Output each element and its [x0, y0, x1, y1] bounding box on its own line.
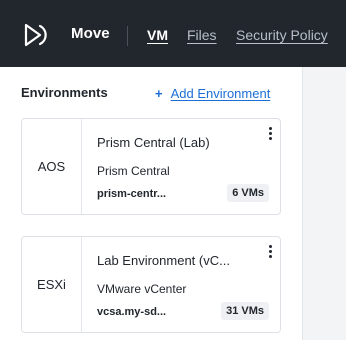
main-content-area [302, 67, 346, 340]
environment-kind: VMware vCenter [97, 282, 187, 296]
header-divider [127, 26, 128, 46]
vm-count-badge: 31 VMs [221, 302, 269, 320]
environment-card[interactable]: ESXi Lab Environment (vC... VMware vCent… [21, 236, 281, 333]
environment-host: vcsa.my-sd... [97, 306, 167, 318]
vm-count-badge: 6 VMs [227, 184, 269, 202]
more-options-icon[interactable] [267, 245, 273, 259]
environment-kind: Prism Central [97, 164, 170, 178]
plus-icon: + [155, 86, 163, 101]
add-environment-label: Add Environment [170, 86, 271, 101]
environment-type: ESXi [22, 237, 82, 332]
tab-files[interactable]: Files [187, 27, 217, 43]
environments-heading: Environments [21, 85, 108, 100]
environment-name: Lab Environment (vC... [97, 253, 230, 268]
tab-vm[interactable]: VM [147, 27, 168, 43]
environment-type: AOS [22, 119, 82, 214]
tab-security-policy[interactable]: Security Policy [236, 27, 328, 43]
more-options-icon[interactable] [267, 127, 273, 141]
environment-host: prism-centr... [97, 188, 167, 200]
environment-name: Prism Central (Lab) [97, 135, 210, 150]
play-circle-logo-icon[interactable] [21, 21, 49, 49]
add-environment-button[interactable]: + Add Environment [155, 86, 270, 101]
environment-card[interactable]: AOS Prism Central (Lab) Prism Central pr… [21, 118, 281, 215]
top-navbar: Move VM Files Security Policy [0, 0, 346, 67]
app-name: Move [71, 25, 110, 42]
